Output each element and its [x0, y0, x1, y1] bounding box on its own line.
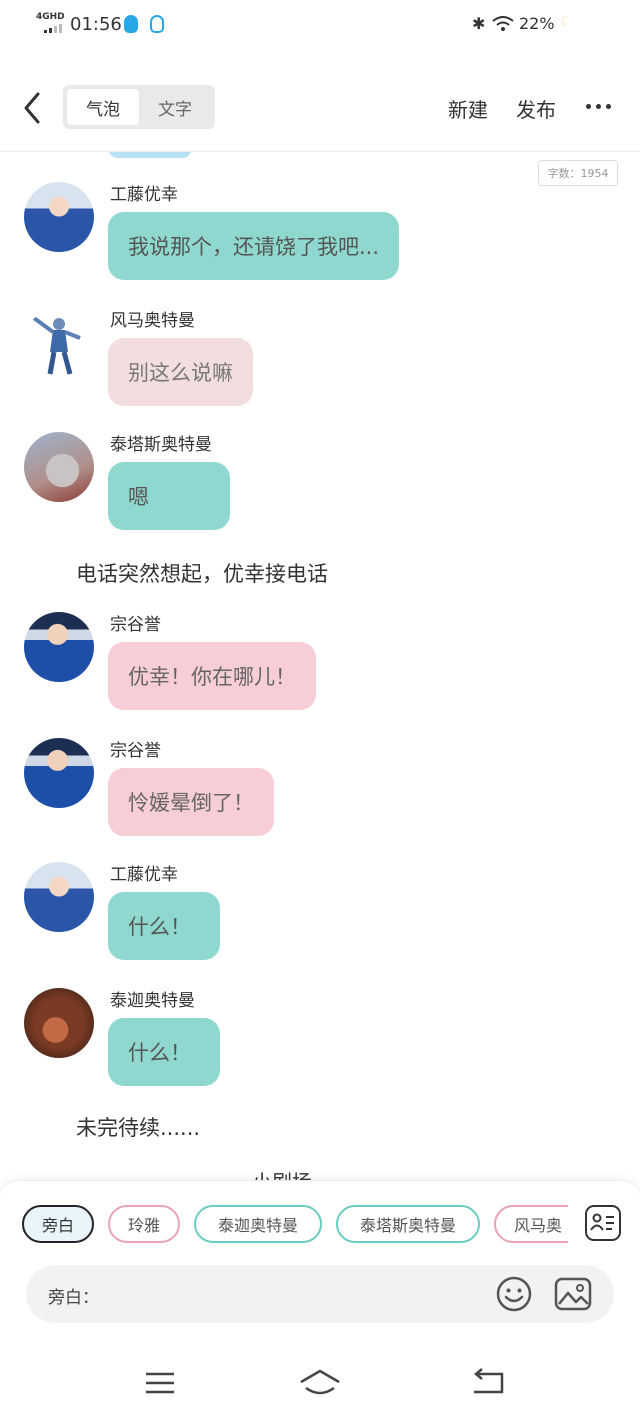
- message-bubble[interactable]: 嗯: [108, 462, 230, 530]
- tab-bubble[interactable]: 气泡: [67, 89, 139, 125]
- top-bar: 气泡 文字 新建 发布: [0, 60, 640, 152]
- speaker-name: 宗谷誉: [110, 741, 161, 761]
- back-arrow-icon[interactable]: [18, 88, 48, 128]
- message-bubble[interactable]: 什么！: [108, 1018, 220, 1086]
- emoji-icon[interactable]: [496, 1276, 532, 1312]
- speaker-chip[interactable]: 玲雅: [108, 1205, 180, 1243]
- input-speaker-label: 旁白：: [48, 1288, 99, 1308]
- menu-icon[interactable]: [140, 1366, 180, 1398]
- system-nav-bar: [0, 1346, 640, 1422]
- speaker-name: 工藤优幸: [110, 185, 178, 205]
- chat-message[interactable]: 泰迦奥特曼 什么！: [0, 988, 640, 1098]
- speaker-chip-narration[interactable]: 旁白: [22, 1205, 94, 1243]
- avatar[interactable]: [24, 182, 94, 252]
- ultraman-figure-icon: [32, 316, 81, 375]
- qq-outline-icon: [150, 15, 164, 33]
- chat-message[interactable]: 宗谷誉 优幸！你在哪儿！: [0, 612, 640, 722]
- message-bubble[interactable]: 怜媛晕倒了！: [108, 768, 274, 836]
- clock: 01:56: [70, 14, 122, 35]
- partial-bubble: [108, 152, 192, 158]
- narration-text[interactable]: 未完待续......: [76, 1112, 200, 1142]
- message-bubble[interactable]: 优幸！你在哪儿！: [108, 642, 316, 710]
- publish-button[interactable]: 发布: [516, 94, 556, 123]
- chat-message[interactable]: 工藤优幸 什么！: [0, 862, 640, 972]
- narration-text[interactable]: 电话突然想起，优幸接电话: [76, 558, 328, 588]
- chat-message[interactable]: 宗谷誉 怜媛晕倒了！: [0, 738, 640, 848]
- speaker-name: 风马奥特曼: [110, 311, 195, 331]
- avatar[interactable]: [24, 308, 94, 378]
- new-button[interactable]: 新建: [448, 94, 488, 123]
- chat-message[interactable]: 泰塔斯奥特曼 嗯: [0, 432, 640, 542]
- bluetooth-icon: ✱: [472, 14, 486, 33]
- speaker-name: 工藤优幸: [110, 865, 178, 885]
- more-options-icon[interactable]: [586, 104, 611, 109]
- home-icon[interactable]: [298, 1366, 342, 1398]
- battery-level: 22%: [519, 14, 555, 33]
- speaker-name: 泰迦奥特曼: [110, 991, 195, 1011]
- moon-decoration-icon: ☾: [560, 14, 573, 30]
- avatar[interactable]: [24, 988, 94, 1058]
- speaker-chip[interactable]: 风马奥: [494, 1205, 568, 1243]
- chat-area[interactable]: 字数：1954 工藤优幸 我说那个，还请饶了我吧... 风马奥特曼 别这么说嘛 …: [0, 152, 640, 1182]
- chat-message[interactable]: 风马奥特曼 别这么说嘛: [0, 308, 640, 418]
- avatar[interactable]: [24, 862, 94, 932]
- speaker-chip[interactable]: 泰塔斯奥特曼: [336, 1205, 480, 1243]
- avatar[interactable]: [24, 612, 94, 682]
- speaker-chip[interactable]: 泰迦奥特曼: [194, 1205, 322, 1243]
- avatar[interactable]: [24, 738, 94, 808]
- message-input[interactable]: 旁白：: [26, 1265, 614, 1323]
- contacts-icon[interactable]: [585, 1205, 621, 1241]
- chat-message[interactable]: 工藤优幸 我说那个，还请饶了我吧...: [0, 182, 640, 292]
- avatar[interactable]: [24, 432, 94, 502]
- message-bubble[interactable]: 什么！: [108, 892, 220, 960]
- qq-icon: [124, 15, 138, 33]
- composer-panel: 旁白 玲雅 泰迦奥特曼 泰塔斯奥特曼 风马奥 旁白：: [0, 1180, 640, 1346]
- wifi-icon: [492, 16, 514, 31]
- message-bubble[interactable]: 别这么说嘛: [108, 338, 253, 406]
- image-icon[interactable]: [554, 1276, 592, 1312]
- id-card-icon: [590, 1213, 614, 1231]
- tab-text[interactable]: 文字: [139, 89, 211, 125]
- network-type: 4GHD: [36, 12, 65, 22]
- speaker-name: 泰塔斯奥特曼: [110, 435, 212, 455]
- speaker-chip-list[interactable]: 旁白 玲雅 泰迦奥特曼 泰塔斯奥特曼 风马奥: [20, 1205, 568, 1245]
- speaker-name: 宗谷誉: [110, 615, 161, 635]
- back-nav-icon[interactable]: [468, 1366, 508, 1398]
- message-bubble[interactable]: 我说那个，还请饶了我吧...: [108, 212, 400, 280]
- mode-toggle: 气泡 文字: [63, 85, 215, 129]
- signal-icon: [44, 24, 62, 33]
- status-bar: 4GHD 01:56 ✱ 22% ☾: [0, 0, 640, 50]
